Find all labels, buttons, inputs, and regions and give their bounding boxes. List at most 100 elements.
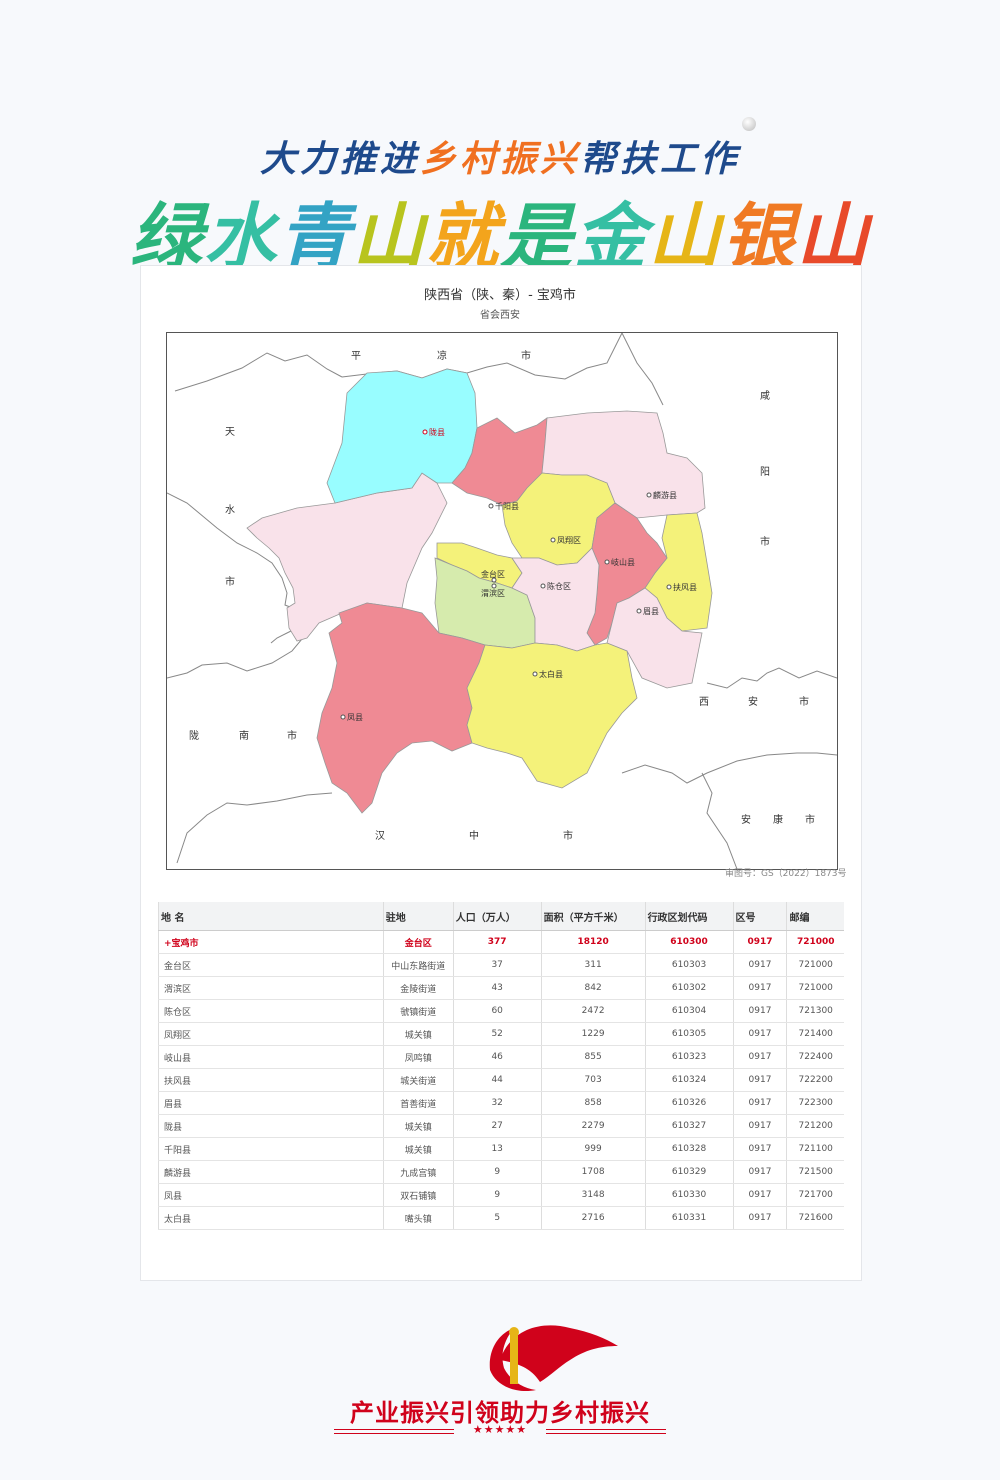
table-cell: 43 — [452, 976, 542, 1000]
table-cell: 52 — [452, 1022, 542, 1046]
table-cell: 721500 — [786, 1160, 844, 1184]
table-header-cell: 人口（万人） — [452, 902, 542, 931]
table-cell: 721200 — [786, 1114, 844, 1138]
table-cell: 0917 — [732, 930, 787, 954]
table-cell: 610331 — [644, 1206, 733, 1230]
table-cell: 0917 — [732, 1045, 787, 1069]
table-cell: 44 — [452, 1068, 542, 1092]
table-cell: 金台区 — [382, 930, 454, 954]
label-xianyang-3: 市 — [760, 535, 770, 548]
table-cell: 610302 — [644, 976, 733, 1000]
label-qianyang: 千阳县 — [495, 501, 519, 511]
table-cell: 0917 — [732, 1022, 787, 1046]
table-cell: 18120 — [540, 930, 646, 954]
region-taibai-county — [466, 642, 638, 789]
table-cell: 3148 — [540, 1183, 646, 1207]
label-ankang-2: 康 — [773, 813, 783, 826]
table-cell: 610304 — [644, 999, 733, 1023]
table-cell: 855 — [540, 1045, 646, 1069]
table-cell: 凤翔区 — [158, 1022, 384, 1046]
table-cell: 610305 — [644, 1022, 733, 1046]
table-cell: 842 — [540, 976, 646, 1000]
table-cell: 610323 — [644, 1045, 733, 1069]
table-cell: 858 — [540, 1091, 646, 1115]
marker-fengxiang — [550, 537, 556, 543]
table-cell: 陈仓区 — [158, 999, 384, 1023]
table-cell: 城关镇 — [382, 1114, 454, 1138]
table-row: 凤翔区 城关镇 52 1229 610305 0917 721400 — [158, 1022, 844, 1046]
marker-qianyang — [488, 503, 494, 509]
table-cell: 首善街道 — [382, 1091, 454, 1115]
party-emblem-logo — [489, 1325, 618, 1392]
banner-slogan: 大力推进乡村振兴帮扶工作 — [0, 130, 1000, 182]
banner-slogan-post: 帮扶工作 — [580, 139, 741, 180]
label-taibai: 太白县 — [539, 669, 563, 679]
table-cell: 0917 — [732, 1068, 787, 1092]
label-ankang-1: 安 — [741, 813, 751, 826]
table-header-cell: 邮编 — [786, 902, 844, 931]
table-cell: 721000 — [786, 953, 844, 977]
table-body: +宝鸡市 金台区 377 18120 610300 0917 721000 金台区 中山东路街道… — [158, 930, 844, 1230]
table-cell: 32 — [452, 1091, 542, 1115]
table-cell: 麟游县 — [158, 1160, 384, 1184]
footer-stars: ★★★★★ — [472, 1423, 528, 1436]
label-longnan-2: 南 — [239, 729, 249, 742]
table-cell: 太白县 — [158, 1206, 384, 1230]
table-cell: 0917 — [732, 1160, 787, 1184]
decorative-dot — [742, 117, 756, 131]
label-pingliang-3: 市 — [521, 349, 531, 362]
table-row: 凤县 双石铺镇 9 3148 610330 0917 721700 — [158, 1183, 844, 1207]
table-header-cell: 驻地 — [382, 902, 454, 931]
table-cell: 721100 — [786, 1137, 844, 1161]
table-cell: 2472 — [540, 999, 646, 1023]
table-cell: 610327 — [644, 1114, 733, 1138]
table-cell: 721300 — [786, 999, 844, 1023]
label-qishan: 岐山县 — [611, 557, 635, 567]
table-row: 陇县 城关镇 27 2279 610327 0917 721200 — [158, 1114, 844, 1138]
table-cell: 城关街道 — [382, 1068, 454, 1092]
label-fufeng: 扶风县 — [673, 582, 697, 592]
label-pingliang-2: 凉 — [437, 349, 447, 362]
label-long: 陇县 — [429, 427, 445, 437]
table-cell: 城关镇 — [382, 1022, 454, 1046]
table-cell: 722300 — [786, 1091, 844, 1115]
map-title: 陕西省（陕、秦）- 宝鸡市 — [424, 288, 576, 303]
table-cell: 60 — [452, 999, 542, 1023]
table-cell: 610329 — [644, 1160, 733, 1184]
table-cell: 九成宫镇 — [382, 1160, 454, 1184]
label-fengxiang: 凤翔区 — [557, 535, 581, 545]
table-cell: 金陵街道 — [382, 976, 454, 1000]
label-longnan-1: 陇 — [189, 729, 199, 742]
table-cell: +宝鸡市 — [158, 930, 384, 954]
label-tianshui-2: 水 — [225, 504, 235, 516]
table-cell: 1229 — [540, 1022, 646, 1046]
label-xian-3: 市 — [799, 695, 809, 708]
table-cell: 610328 — [644, 1137, 733, 1161]
district-polygons — [246, 368, 713, 814]
table-cell: 610326 — [644, 1091, 733, 1115]
table-cell: 双石铺镇 — [382, 1183, 454, 1207]
table-header-cell: 行政区划代码 — [644, 902, 733, 931]
table-row: 太白县 嘴头镇 5 2716 610331 0917 721600 — [158, 1206, 844, 1230]
table-header-row: 地 名驻地 人口（万人） 面积（平方千米） 行政区划代码 区号 邮编 — [158, 902, 844, 931]
table-cell: 眉县 — [158, 1091, 384, 1115]
table-row: 扶风县 城关街道 44 703 610324 0917 722200 — [158, 1068, 844, 1092]
label-xian-1: 西 — [699, 697, 709, 708]
table-cell: 2279 — [540, 1114, 646, 1138]
table-cell: 0917 — [732, 1137, 787, 1161]
label-mei: 眉县 — [643, 607, 659, 616]
table-cell: 610324 — [644, 1068, 733, 1092]
data-table: 地 名驻地 人口（万人） 面积（平方千米） 行政区划代码 区号 邮编 +宝鸡市 金台区 377… — [158, 902, 844, 1230]
marker-qishan — [604, 559, 610, 565]
table-header-cell: 面积（平方千米） — [540, 902, 646, 931]
marker-mei — [636, 608, 642, 614]
table-cell: 金台区 — [158, 953, 384, 977]
table-cell: 0917 — [732, 999, 787, 1023]
banner-slogan-highlight: 乡村振兴 — [419, 139, 580, 180]
label-pingliang-1: 平 — [351, 351, 361, 362]
table-cell: 岐山县 — [158, 1045, 384, 1069]
marker-taibai — [532, 671, 538, 677]
table-cell: 虢镇街道 — [382, 999, 454, 1023]
table-cell: 0917 — [732, 1114, 787, 1138]
label-linyou: 麟游县 — [653, 490, 677, 500]
